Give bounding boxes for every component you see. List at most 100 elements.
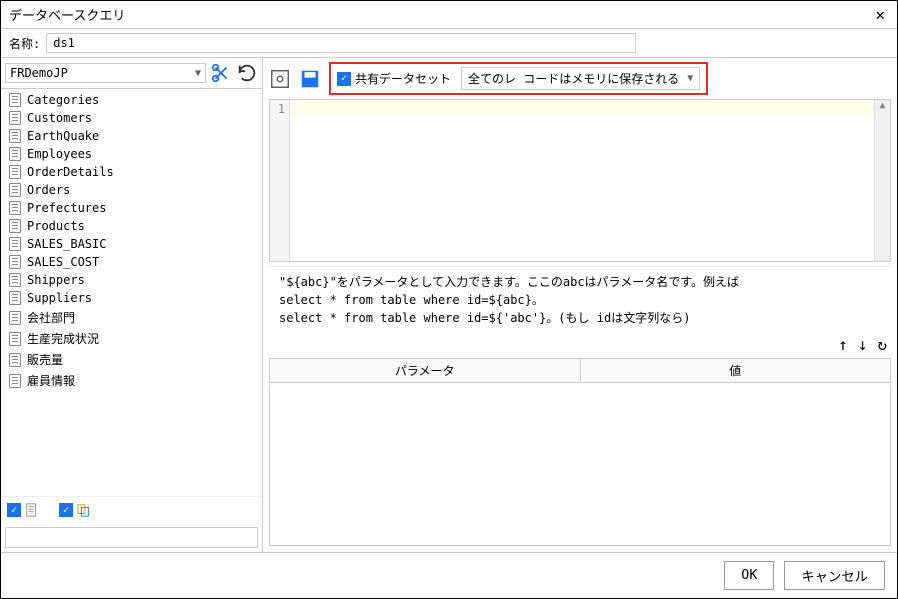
move-down-icon[interactable]: ↓ — [858, 335, 868, 354]
hint-text: "${abc}"をパラメータとして入力できます。ここのabcはパラメータ名です。… — [269, 266, 891, 333]
editor-scrollbar[interactable]: ▲ — [874, 100, 890, 261]
table-name: EarthQuake — [27, 129, 99, 143]
table-icon — [9, 255, 21, 269]
titlebar: データベースクエリ ✕ — [1, 1, 897, 29]
table-icon — [9, 201, 21, 215]
table-icon — [9, 374, 21, 388]
hint-line-1: "${abc}"をパラメータとして入力できます。ここのabcはパラメータ名です。… — [279, 273, 881, 291]
database-selected: FRDemoJP — [10, 66, 68, 80]
shared-dataset-checkbox[interactable]: ✓ — [337, 72, 351, 86]
checkbox-2[interactable]: ✓ — [59, 503, 73, 517]
save-button[interactable] — [299, 68, 321, 90]
table-name: Customers — [27, 111, 92, 125]
table-icon — [9, 165, 21, 179]
scissors-icon — [210, 62, 232, 84]
refresh-params-icon[interactable]: ↻ — [877, 335, 887, 354]
checkbox-1[interactable]: ✓ — [7, 503, 21, 517]
hint-line-2: select * from table where id=${abc}。 — [279, 291, 881, 309]
right-toolbar: ✓ 共有データセット 全てのレ コードはメモリに保存される ▼ — [263, 58, 897, 99]
doc-icon — [25, 503, 39, 517]
preview-button[interactable] — [269, 68, 291, 90]
table-item[interactable]: EarthQuake — [3, 127, 260, 145]
move-up-icon[interactable]: ↑ — [838, 335, 848, 354]
ok-button[interactable]: OK — [724, 561, 774, 590]
table-list[interactable]: Categories Customers EarthQuake Employees Or… — [1, 89, 262, 496]
table-item[interactable]: 生産完成状況 — [3, 328, 260, 349]
dialog-window: データベースクエリ ✕ 名称: FRDemoJP ▼ Categories Cus… — [0, 0, 898, 599]
memory-mode-value: 全てのレ コードはメモリに保存される — [468, 70, 679, 87]
table-icon — [9, 332, 21, 346]
copyrows-icon — [77, 503, 91, 517]
table-item[interactable]: SALES_BASIC — [3, 235, 260, 253]
table-item[interactable]: Shippers — [3, 271, 260, 289]
table-icon — [9, 183, 21, 197]
table-item[interactable]: Prefectures — [3, 199, 260, 217]
highlighted-section: ✓ 共有データセット 全てのレ コードはメモリに保存される ▼ — [329, 62, 708, 95]
table-item[interactable]: Products — [3, 217, 260, 235]
table-name: OrderDetails — [27, 165, 114, 179]
table-item[interactable]: OrderDetails — [3, 163, 260, 181]
right-panel: ✓ 共有データセット 全てのレ コードはメモリに保存される ▼ 1 ▲ — [263, 58, 897, 552]
table-icon — [9, 273, 21, 287]
hint-line-3: select * from table where id=${'abc'}。(も… — [279, 309, 881, 327]
table-item[interactable]: 販売量 — [3, 349, 260, 370]
table-name: 雇員情報 — [27, 372, 75, 389]
name-label: 名称: — [9, 35, 40, 52]
sql-editor: 1 ▲ — [269, 99, 891, 262]
chevron-down-icon: ▼ — [195, 68, 201, 79]
table-name: SALES_COST — [27, 255, 99, 269]
window-title: データベースクエリ — [9, 5, 125, 24]
param-header-name: パラメータ — [270, 359, 581, 382]
table-name: SALES_BASIC — [27, 237, 106, 251]
table-name: Prefectures — [27, 201, 106, 215]
param-toolbar: ↑ ↓ ↻ — [263, 333, 897, 356]
table-item[interactable]: Customers — [3, 109, 260, 127]
table-icon — [9, 311, 21, 325]
param-header-value: 値 — [581, 359, 891, 382]
table-icon — [9, 129, 21, 143]
table-icon — [9, 291, 21, 305]
line-number: 1 — [270, 102, 285, 116]
name-input[interactable] — [46, 33, 636, 53]
close-icon[interactable]: ✕ — [871, 5, 889, 24]
table-item[interactable]: Suppliers — [3, 289, 260, 307]
table-icon — [9, 353, 21, 367]
table-name: Products — [27, 219, 85, 233]
database-select[interactable]: FRDemoJP ▼ — [5, 63, 206, 83]
cancel-button[interactable]: キャンセル — [784, 561, 885, 590]
left-search — [1, 523, 262, 552]
table-name: 生産完成状況 — [27, 330, 99, 347]
refresh-button[interactable] — [236, 62, 258, 84]
table-name: Employees — [27, 147, 92, 161]
table-icon — [9, 219, 21, 233]
search-input[interactable] — [5, 527, 258, 548]
memory-mode-select[interactable]: 全てのレ コードはメモリに保存される ▼ — [461, 67, 700, 90]
table-item[interactable]: SALES_COST — [3, 253, 260, 271]
table-item[interactable]: 雇員情報 — [3, 370, 260, 391]
param-table-body[interactable] — [269, 385, 891, 547]
table-name: 会社部門 — [27, 309, 75, 326]
chevron-down-icon: ▼ — [687, 73, 693, 84]
editor-gutter: 1 — [270, 100, 290, 261]
cut-button[interactable] — [210, 62, 232, 84]
table-icon — [9, 93, 21, 107]
left-toolbar: FRDemoJP ▼ — [1, 58, 262, 89]
name-row: 名称: — [1, 29, 897, 57]
table-name: Shippers — [27, 273, 85, 287]
footer: OK キャンセル — [1, 552, 897, 598]
param-table-header: パラメータ 値 — [269, 358, 891, 383]
editor-body[interactable] — [290, 100, 874, 261]
preview-icon — [269, 68, 291, 90]
current-line-highlight — [290, 100, 874, 116]
table-item[interactable]: 会社部門 — [3, 307, 260, 328]
table-icon — [9, 237, 21, 251]
table-icon — [9, 147, 21, 161]
table-item[interactable]: Orders — [3, 181, 260, 199]
body: FRDemoJP ▼ Categories Customers EarthQuake… — [1, 57, 897, 552]
refresh-icon — [236, 62, 258, 84]
save-icon — [299, 68, 321, 90]
table-item[interactable]: Employees — [3, 145, 260, 163]
left-panel: FRDemoJP ▼ Categories Customers EarthQuake… — [1, 58, 263, 552]
table-item[interactable]: Categories — [3, 91, 260, 109]
table-name: 販売量 — [27, 351, 63, 368]
